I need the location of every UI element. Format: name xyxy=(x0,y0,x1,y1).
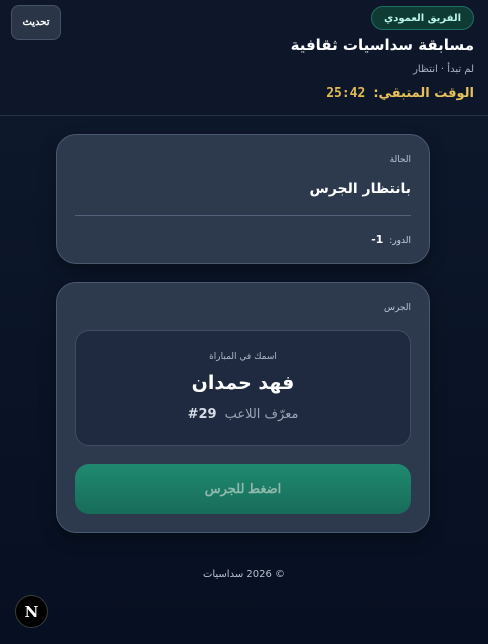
player-id: معرّف اللاعب #29 xyxy=(76,407,410,422)
status-value: بانتظار الجرس xyxy=(309,181,412,197)
app-header: الفريق العمودي مسابقة سداسيات ثقافية لم … xyxy=(0,0,488,116)
status-card: الحالة بانتظار الجرس الدور: -1 xyxy=(56,134,430,264)
bell-card: الجرس اسمك في المباراة فهد حمدان معرّف ا… xyxy=(56,282,430,533)
player-info: اسمك في المباراة فهد حمدان معرّف اللاعب … xyxy=(75,330,411,446)
refresh-button[interactable]: تحديث xyxy=(11,5,61,40)
timer-value: 25:42 xyxy=(326,86,366,101)
player-id-label: معرّف اللاعب xyxy=(224,407,299,422)
timer-label: الوقت المتبقي: xyxy=(373,86,474,101)
round-label: الدور: xyxy=(389,236,411,246)
press-bell-button[interactable]: اضغط للجرس xyxy=(75,464,411,514)
team-badge: الفريق العمودي xyxy=(371,6,474,30)
player-id-value: #29 xyxy=(187,407,217,422)
round-value: -1 xyxy=(371,233,384,246)
player-caption: اسمك في المباراة xyxy=(209,352,277,362)
bell-label: الجرس xyxy=(383,303,411,313)
page-title: مسابقة سداسيات ثقافية xyxy=(290,36,474,54)
status-label: الحالة xyxy=(389,155,411,165)
remaining-time: الوقت المتبقي: 25:42 xyxy=(326,86,474,101)
divider xyxy=(75,215,411,216)
dev-tools-badge[interactable]: N xyxy=(15,595,48,628)
round-row: الدور: -1 xyxy=(371,233,411,246)
player-name: فهد حمدان xyxy=(191,372,295,394)
footer: © 2026 سداسيات xyxy=(202,569,286,580)
game-status-subtitle: لم تبدأ · انتظار xyxy=(413,64,474,75)
